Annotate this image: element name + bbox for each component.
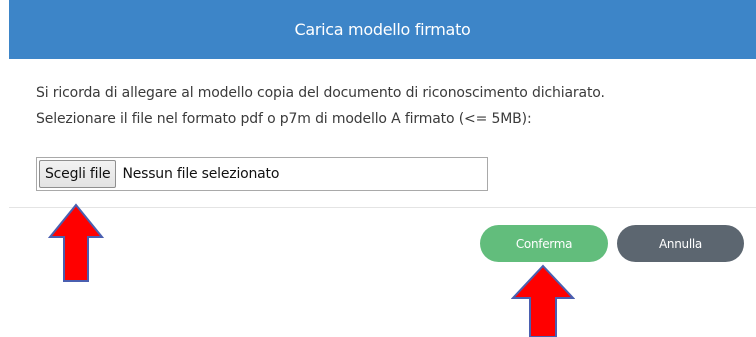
- dialog-title: Carica modello firmato: [294, 20, 471, 39]
- choose-file-button[interactable]: Scegli file: [39, 160, 117, 188]
- cancel-button[interactable]: Annulla: [617, 225, 744, 262]
- dialog-header: Carica modello firmato: [9, 0, 756, 59]
- divider: [9, 207, 756, 208]
- dialog-instructions: Si ricorda di allegare al modello copia …: [36, 80, 736, 132]
- arrow-up-icon: [48, 203, 104, 282]
- instruction-line-2: Selezionare il file nel formato pdf o p7…: [36, 111, 532, 127]
- file-input[interactable]: Scegli file Nessun file selezionato: [36, 157, 488, 191]
- upload-dialog: Carica modello firmato Si ricorda di all…: [0, 0, 756, 337]
- confirm-button[interactable]: Conferma: [480, 225, 608, 262]
- file-status-text: Nessun file selezionato: [122, 166, 280, 182]
- instruction-line-1: Si ricorda di allegare al modello copia …: [36, 85, 605, 101]
- arrow-up-icon: [511, 264, 575, 337]
